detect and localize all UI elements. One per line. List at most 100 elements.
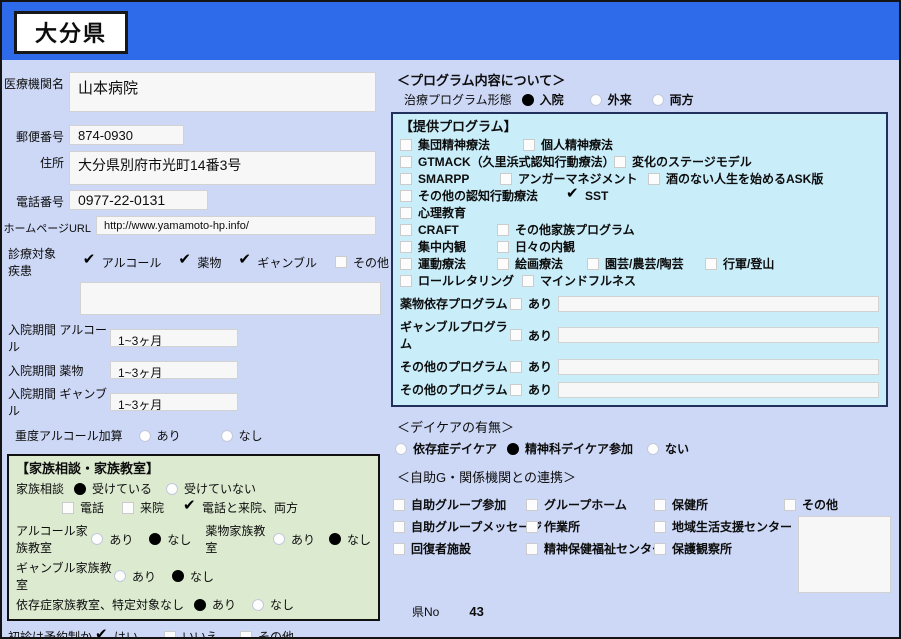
- treatment-radio-inpatient[interactable]: 入院: [521, 91, 590, 108]
- treatment-radio-both[interactable]: 両方: [651, 91, 694, 108]
- severe-alcohol-radio-nashi[interactable]: なし: [220, 427, 263, 444]
- family-class-drug-ari[interactable]: あり: [272, 531, 329, 548]
- checkbox-label: 自助グループ参加: [411, 498, 507, 512]
- family-class-nontarget-ari[interactable]: あり: [194, 596, 252, 613]
- program-checkbox[interactable]: その他の認知行動療法: [400, 187, 567, 204]
- family-box-title: 【家族相談・家族教室】: [16, 461, 160, 476]
- gambling-program-ari-checkbox[interactable]: あり: [510, 327, 552, 344]
- checkbox-label: マインドフルネス: [540, 274, 637, 288]
- disease-checkbox-other[interactable]: その他: [334, 254, 389, 271]
- coop-checkbox-probation-office[interactable]: 保護観察所: [654, 540, 784, 557]
- disease-checkbox-drug[interactable]: 薬物: [178, 254, 221, 271]
- coop-checkbox-grouphome[interactable]: グループホーム: [526, 496, 654, 513]
- daycare-radio-none[interactable]: ない: [647, 440, 689, 457]
- program-checkbox[interactable]: 集中内観: [400, 238, 497, 255]
- coop-checkbox-workshop[interactable]: 作業所: [526, 518, 654, 535]
- gambling-program-detail-input[interactable]: [558, 327, 879, 343]
- cooperation-grid: 自助グループ参加 自助グループメッセージ 回復者施設 グループホーム 作業所 精…: [389, 491, 899, 593]
- disease-checkbox-alcohol[interactable]: アルコール: [83, 254, 162, 271]
- pref-no: 県No 43: [412, 603, 484, 620]
- treatment-radio-outpatient[interactable]: 外来: [589, 91, 652, 108]
- other-program-ari-checkbox[interactable]: あり: [510, 358, 552, 375]
- disease-note-input[interactable]: [80, 282, 381, 315]
- disease-checkbox-gambling[interactable]: ギャンブル: [238, 254, 317, 271]
- program-checkbox[interactable]: SMARPP: [400, 172, 500, 186]
- program-checkbox[interactable]: 行軍/登山: [705, 255, 774, 272]
- checkbox-icon: [178, 254, 191, 268]
- family-class-drug-label: 薬物家族教室: [205, 524, 266, 555]
- radio-icon: [114, 570, 126, 582]
- phone-input[interactable]: 0977-22-0131: [69, 190, 208, 210]
- checkbox-icon: [334, 256, 347, 268]
- program-checkbox[interactable]: 絵画療法: [497, 255, 587, 272]
- period-gambling-input[interactable]: 1~3ヶ月: [110, 393, 238, 411]
- program-checkbox[interactable]: 酒のない人生を始めるASK版: [648, 170, 823, 187]
- homepage-url-input[interactable]: http://www.yamamoto-hp.info/: [96, 216, 376, 235]
- checkbox-label: アルコール: [101, 255, 162, 270]
- first-visit-label: 初診は予約制か: [8, 630, 93, 639]
- checkbox-icon: [526, 520, 538, 533]
- program-checkbox[interactable]: 変化のステージモデル: [614, 153, 752, 170]
- coop-checkbox-mental-welfare-center[interactable]: 精神保健福祉センター: [526, 540, 664, 557]
- coop-checkbox-health-center[interactable]: 保健所: [654, 496, 784, 513]
- radio-label: 受けていない: [184, 482, 257, 496]
- program-checkbox[interactable]: 心理教育: [400, 204, 466, 221]
- program-checkbox[interactable]: CRAFT: [400, 223, 497, 237]
- drug-program-ari-checkbox[interactable]: あり: [510, 295, 552, 312]
- program-checkbox[interactable]: 個人精神療法: [523, 136, 613, 153]
- coop-checkbox-community-support-center[interactable]: 地域生活支援センター: [654, 518, 792, 535]
- consult-method-visit[interactable]: 来院: [122, 499, 184, 516]
- checkbox-label: 来院: [140, 501, 165, 515]
- other-program-detail-input[interactable]: [558, 381, 879, 398]
- program-checkbox-sst[interactable]: SST: [566, 188, 608, 203]
- address-input[interactable]: 大分県別府市光町14番3号: [69, 151, 376, 185]
- program-checkbox[interactable]: 運動療法: [400, 255, 497, 272]
- program-checkbox[interactable]: ロールレタリング: [400, 272, 522, 289]
- checkbox-icon: [400, 223, 412, 236]
- checkbox-label: 日々の内観: [515, 240, 576, 254]
- radio-icon: [651, 93, 664, 106]
- program-checkbox[interactable]: 集団精神療法: [400, 136, 523, 153]
- severe-alcohol-radio-ari[interactable]: あり: [138, 427, 181, 444]
- consult-radio-yes[interactable]: 受けている: [74, 480, 166, 497]
- family-class-gambling-ari[interactable]: あり: [114, 568, 172, 585]
- first-visit-other[interactable]: その他: [240, 628, 294, 637]
- period-drug-input[interactable]: 1~3ヶ月: [110, 361, 238, 379]
- family-class-gambling-nashi[interactable]: なし: [172, 568, 214, 585]
- postal-code-input[interactable]: 874-0930: [69, 125, 184, 145]
- coop-checkbox-selfhelp-message[interactable]: 自助グループメッセージ: [393, 518, 542, 535]
- program-checkbox[interactable]: GTMACK（久里浜式認知行動療法）: [400, 153, 615, 170]
- period-alcohol-input[interactable]: 1~3ヶ月: [110, 329, 238, 347]
- coop-checkbox-recovery-facility[interactable]: 回復者施設: [393, 540, 526, 557]
- daycare-radio-psychiatric[interactable]: 精神科デイケア参加: [507, 440, 647, 457]
- drug-program-detail-input[interactable]: [558, 295, 879, 312]
- checkbox-label: 保護観察所: [672, 542, 733, 556]
- checkbox-label: 地域生活支援センター: [672, 520, 793, 534]
- daycare-radio-addiction[interactable]: 依存症デイケア: [395, 440, 507, 457]
- checkbox-label: グループホーム: [544, 498, 627, 512]
- period-alcohol-label: 入院期間 アルコール: [8, 323, 107, 354]
- consult-method-both[interactable]: 電話と来院、両方: [183, 499, 298, 516]
- coop-checkbox-other[interactable]: その他: [784, 496, 891, 513]
- program-checkbox[interactable]: その他家族プログラム: [497, 221, 635, 238]
- family-class-alcohol-nashi[interactable]: なし: [149, 531, 199, 548]
- radio-label: 外来: [607, 93, 632, 107]
- first-visit-yes[interactable]: はい: [95, 628, 148, 638]
- coop-checkbox-selfhelp-join[interactable]: 自助グループ参加: [393, 496, 526, 513]
- other-program-ari-checkbox[interactable]: あり: [510, 381, 552, 398]
- consult-method-phone[interactable]: 電話: [62, 499, 114, 516]
- other-program-detail-input[interactable]: [558, 358, 879, 375]
- program-checkbox[interactable]: 日々の内観: [497, 238, 575, 255]
- family-class-nontarget-nashi[interactable]: なし: [252, 596, 294, 613]
- first-visit-no[interactable]: いいえ: [164, 628, 230, 637]
- radio-label: なし: [238, 429, 263, 443]
- program-checkbox[interactable]: 園芸/農芸/陶芸: [587, 255, 705, 272]
- family-class-alcohol-ari[interactable]: あり: [91, 531, 149, 548]
- cooperation-section-header: ＜自助G・関係機関との連携＞: [397, 470, 576, 485]
- institution-name-input[interactable]: 山本病院: [69, 72, 376, 112]
- family-class-drug-nashi[interactable]: なし: [328, 531, 371, 548]
- consult-radio-no[interactable]: 受けていない: [166, 480, 256, 497]
- program-checkbox[interactable]: マインドフルネス: [522, 272, 636, 289]
- checkbox-icon: [510, 297, 522, 310]
- cooperation-note-area[interactable]: [798, 516, 891, 593]
